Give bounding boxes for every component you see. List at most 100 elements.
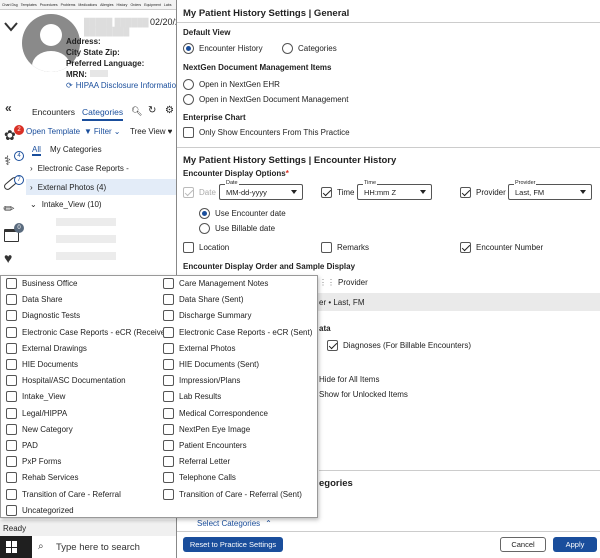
top-tab[interactable]: Templates: [21, 0, 37, 9]
status-bar: Ready: [0, 520, 176, 536]
category-option[interactable]: Telephone Calls: [163, 472, 236, 484]
category-option[interactable]: External Drawings: [6, 342, 87, 354]
category-option[interactable]: Uncategorized: [6, 504, 74, 516]
filter-button[interactable]: ▼ Filter ⌄: [84, 127, 120, 136]
tree-item[interactable]: › External Photos (4): [26, 179, 176, 195]
stethoscope-icon[interactable]: ⚕: [4, 153, 11, 169]
date-format-select[interactable]: Date MM-dd-yyyy: [219, 180, 303, 200]
top-tab[interactable]: Orders: [130, 0, 141, 9]
sample-display-text: er • Last, FM: [319, 298, 365, 307]
category-option[interactable]: Legal/HIPPA: [6, 407, 67, 419]
category-option[interactable]: Electronic Case Reports - eCR (Received): [6, 326, 172, 338]
category-option[interactable]: Lab Results: [163, 391, 221, 403]
radio-open-dm[interactable]: Open in NextGen Document Management: [183, 94, 348, 105]
sub-tab-all[interactable]: All: [32, 145, 41, 156]
checkbox-encounter-number[interactable]: Encounter Number: [460, 242, 543, 253]
category-option[interactable]: Impression/Plans: [163, 375, 240, 387]
top-tab[interactable]: Labs: [164, 0, 172, 9]
top-tab[interactable]: Procedures: [40, 0, 58, 9]
chevron-down-icon: [291, 190, 297, 194]
refresh-icon[interactable]: ↻: [148, 105, 156, 116]
tab-encounters[interactable]: Encounters: [32, 107, 75, 117]
show-unlocked-option[interactable]: Show for Unlocked Items: [319, 390, 408, 399]
dialog-title-general: My Patient History Settings | General: [183, 8, 350, 19]
collapse-panel-icon[interactable]: «: [5, 101, 12, 115]
checkbox-time[interactable]: Time: [321, 187, 354, 198]
open-template-button[interactable]: Open Template: [26, 127, 80, 136]
category-option[interactable]: External Photos: [163, 342, 235, 354]
category-option[interactable]: Transition of Care - Referral: [6, 488, 121, 500]
gear-icon[interactable]: ⚙: [165, 105, 174, 116]
reset-button[interactable]: Reset to Practice Settings: [183, 537, 283, 552]
category-option[interactable]: Transition of Care - Referral (Sent): [163, 488, 302, 500]
cancel-button[interactable]: Cancel: [500, 537, 546, 552]
checkbox-box: [163, 440, 174, 451]
collapse-chevron-icon[interactable]: [4, 22, 18, 34]
search-icon[interactable]: 🔍︎: [131, 106, 142, 117]
top-tab[interactable]: Problems: [61, 0, 76, 9]
category-option[interactable]: Business Office: [6, 278, 77, 289]
category-option[interactable]: Referral Letter: [163, 456, 230, 468]
category-label: Medical Correspondence: [179, 408, 268, 418]
checkbox-only-show[interactable]: Only Show Encounters From This Practice: [183, 127, 350, 138]
heart-icon[interactable]: ♥: [4, 250, 12, 266]
radio-encounter-history[interactable]: Encounter History: [183, 43, 263, 54]
syringe-icon[interactable]: ✎: [0, 199, 19, 218]
top-tab[interactable]: Chart Dsg: [2, 0, 18, 9]
category-option[interactable]: Medical Correspondence: [163, 407, 268, 419]
tree-view-button[interactable]: Tree View ♥: [130, 127, 172, 136]
category-option[interactable]: Data Share: [6, 294, 62, 306]
taskbar-search[interactable]: ⌕ Type here to search: [32, 536, 176, 558]
provider-chip[interactable]: ⋮⋮ Provider: [319, 278, 368, 287]
radio-open-ehr[interactable]: Open in NextGen EHR: [183, 79, 280, 90]
checkbox-date[interactable]: Date: [183, 187, 216, 198]
category-option[interactable]: Diagnostic Tests: [6, 310, 80, 322]
category-option[interactable]: Electronic Case Reports - eCR (Sent): [163, 326, 312, 338]
category-option[interactable]: HIE Documents: [6, 359, 78, 370]
top-tab[interactable]: History: [117, 0, 128, 9]
tree-item[interactable]: › Electronic Case Reports -: [30, 164, 129, 173]
category-option[interactable]: Patient Encounters: [163, 440, 247, 451]
category-option[interactable]: NextPen Eye Image: [163, 423, 250, 435]
apply-button[interactable]: Apply: [553, 537, 597, 552]
checkbox-provider[interactable]: Provider: [460, 187, 506, 198]
time-format-select[interactable]: Time HH:mm Z: [357, 180, 432, 200]
checkbox-box: [6, 310, 17, 322]
category-label: External Drawings: [22, 343, 87, 353]
sub-tab-my-categories[interactable]: My Categories: [50, 145, 102, 154]
filter-icon: ▼: [84, 127, 92, 136]
select-categories-button[interactable]: Select Categories ⌃: [197, 519, 272, 528]
category-option[interactable]: Data Share (Sent): [163, 294, 243, 306]
hipaa-link[interactable]: ⟳ HIPAA Disclosure Information: [66, 81, 180, 90]
checkbox-box: [6, 504, 17, 516]
checkbox-box: [321, 187, 332, 198]
checkbox-location[interactable]: Location: [183, 242, 229, 253]
provider-format-select[interactable]: Provider Last, FM: [508, 180, 592, 200]
checkbox-diagnoses[interactable]: Diagnoses (For Billable Encounters): [327, 340, 471, 351]
radio-dot: [199, 223, 210, 234]
radio-use-billable-date[interactable]: Use Billable date: [199, 223, 275, 234]
hide-all-option[interactable]: Hide for All Items: [319, 375, 379, 384]
category-option[interactable]: Rehab Services: [6, 472, 78, 484]
checkbox-remarks[interactable]: Remarks: [321, 242, 369, 253]
city-label: City State Zip:: [66, 48, 120, 57]
top-tab[interactable]: Medications: [78, 0, 97, 9]
radio-categories[interactable]: Categories: [282, 43, 337, 54]
top-tab[interactable]: Equipment: [144, 0, 161, 9]
category-option[interactable]: Hospital/ASC Documentation: [6, 375, 126, 387]
top-tab[interactable]: Allergies: [100, 0, 113, 9]
windows-start-icon[interactable]: [6, 541, 18, 553]
category-option[interactable]: PxP Forms: [6, 456, 61, 468]
tree-item[interactable]: ⌄ Intake_View (10): [30, 200, 102, 209]
mrn-value: [90, 70, 108, 77]
category-option[interactable]: PAD: [6, 440, 38, 451]
category-label: PAD: [22, 441, 38, 450]
tab-categories[interactable]: Categories: [82, 107, 124, 121]
category-option[interactable]: New Category: [6, 423, 73, 435]
category-option[interactable]: Care Management Notes: [163, 278, 268, 289]
category-option[interactable]: Discharge Summary: [163, 310, 251, 322]
radio-use-encounter-date[interactable]: Use Encounter date: [199, 208, 286, 219]
category-option[interactable]: Intake_View: [6, 391, 65, 403]
category-option[interactable]: HIE Documents (Sent): [163, 359, 259, 370]
checkbox-box: [163, 456, 174, 468]
